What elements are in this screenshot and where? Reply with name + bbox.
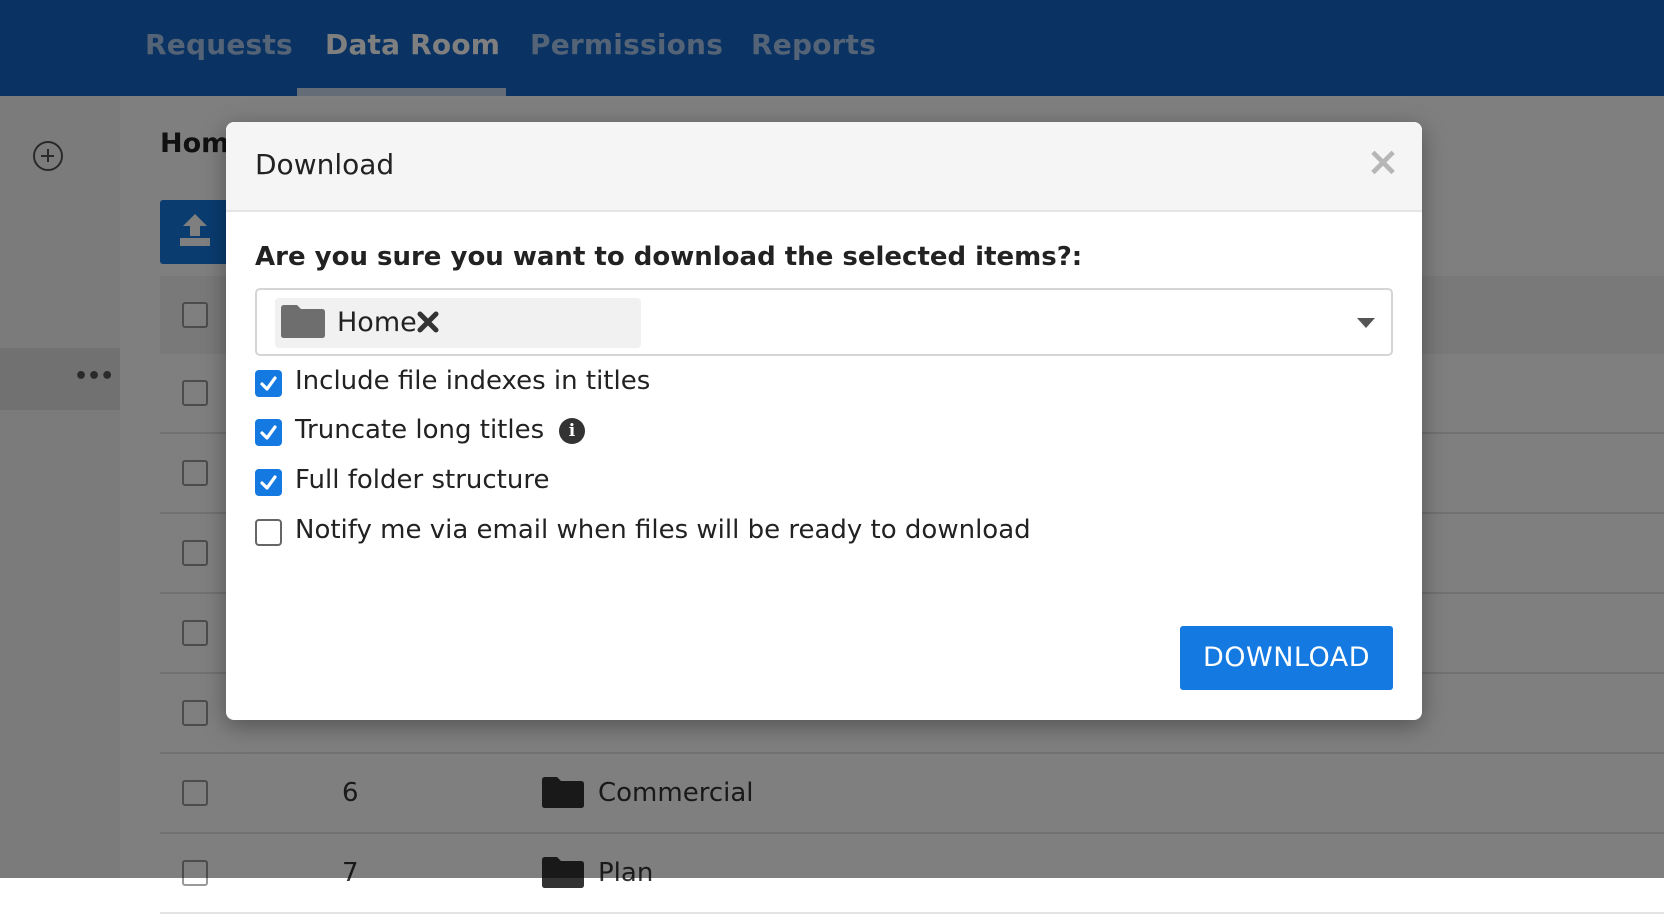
dialog-header: Download × [226, 122, 1422, 212]
download-button[interactable]: DOWNLOAD [1180, 626, 1393, 690]
remove-chip-icon[interactable] [415, 309, 441, 335]
notify-email-checkbox[interactable] [255, 519, 282, 546]
include-indexes-checkbox[interactable] [255, 370, 282, 397]
confirm-question: Are you sure you want to download the se… [255, 242, 1083, 272]
folder-icon [281, 305, 325, 338]
include-indexes-label: Include file indexes in titles [295, 366, 651, 396]
chip-label: Home [337, 307, 417, 338]
checkmark-icon [260, 376, 277, 391]
dialog-title: Download [255, 148, 395, 181]
download-dialog: Download × Are you sure you want to down… [226, 122, 1422, 720]
full-folder-structure-checkbox[interactable] [255, 469, 282, 496]
chevron-down-icon[interactable] [1357, 318, 1375, 328]
truncate-titles-label: Truncate long titles [295, 415, 545, 445]
info-icon[interactable]: i [559, 418, 585, 444]
full-folder-structure-label: Full folder structure [295, 465, 550, 495]
selected-item-chip: Home [275, 298, 641, 348]
selected-items-select[interactable]: Home [255, 288, 1393, 356]
checkmark-icon [260, 425, 277, 440]
close-icon[interactable]: × [1361, 142, 1405, 186]
checkmark-icon [260, 475, 277, 490]
notify-email-label: Notify me via email when files will be r… [295, 515, 1031, 545]
truncate-titles-checkbox[interactable] [255, 419, 282, 446]
